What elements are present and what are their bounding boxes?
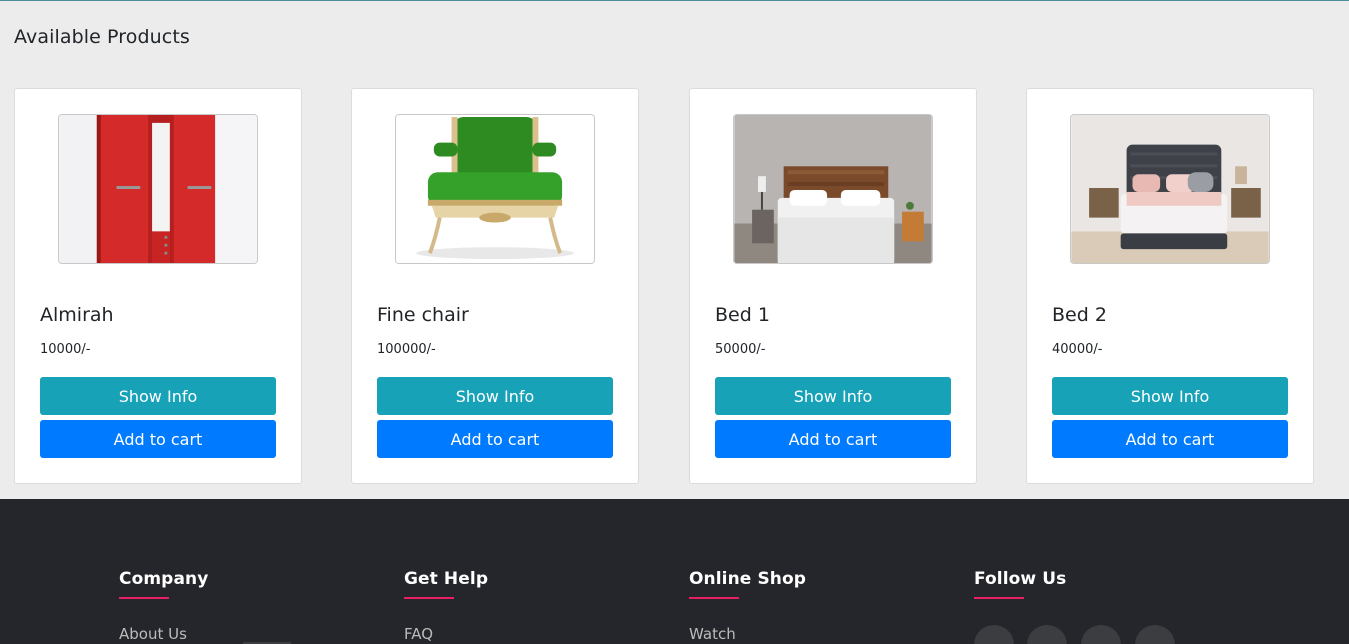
top-border: [0, 0, 1349, 1]
product-name: Bed 2: [1052, 304, 1107, 326]
section-title: Available Products: [14, 26, 190, 48]
heading-underline: [689, 597, 739, 599]
add-to-cart-button[interactable]: Add to cart: [377, 420, 613, 458]
product-price: 40000/-: [1052, 342, 1103, 357]
show-info-button[interactable]: Show Info: [1052, 377, 1288, 415]
footer-heading: Get Help: [404, 569, 489, 589]
product-card: Fine chair 100000/- Show Info Add to car…: [351, 88, 639, 484]
footer-heading: Company: [119, 569, 209, 589]
footer-column-get-help: Get Help FAQ: [404, 569, 488, 643]
chair-image: [395, 114, 595, 264]
footer-heading: Follow Us: [974, 569, 1067, 589]
footer-column-company: Company About Us: [119, 569, 208, 643]
product-price: 50000/-: [715, 342, 766, 357]
bed-image: [733, 114, 933, 264]
social-icon[interactable]: [1027, 625, 1067, 644]
product-name: Fine chair: [377, 304, 469, 326]
social-icon[interactable]: [974, 625, 1014, 644]
add-to-cart-button[interactable]: Add to cart: [1052, 420, 1288, 458]
product-card: Almirah 10000/- Show Info Add to cart: [14, 88, 302, 484]
show-info-button[interactable]: Show Info: [377, 377, 613, 415]
social-icon[interactable]: [1135, 625, 1175, 644]
footer: Company About Us Get Help FAQ Online Sho…: [0, 499, 1349, 644]
heading-underline: [404, 597, 454, 599]
product-card: Bed 1 50000/- Show Info Add to cart: [689, 88, 977, 484]
product-name: Almirah: [40, 304, 114, 326]
product-price: 100000/-: [377, 342, 436, 357]
bed-image: [1070, 114, 1270, 264]
product-price: 10000/-: [40, 342, 91, 357]
footer-column-online-shop: Online Shop Watch: [689, 569, 806, 643]
show-info-button[interactable]: Show Info: [40, 377, 276, 415]
show-info-button[interactable]: Show Info: [715, 377, 951, 415]
add-to-cart-button[interactable]: Add to cart: [715, 420, 951, 458]
footer-link-watch[interactable]: Watch: [689, 625, 806, 643]
heading-underline: [119, 597, 169, 599]
add-to-cart-button[interactable]: Add to cart: [40, 420, 276, 458]
footer-column-follow-us: Follow Us: [974, 569, 1066, 599]
social-icon[interactable]: [1081, 625, 1121, 644]
almirah-image: [58, 114, 258, 264]
footer-link-about-us[interactable]: About Us: [119, 625, 208, 643]
heading-underline: [974, 597, 1024, 599]
product-name: Bed 1: [715, 304, 770, 326]
footer-link-faq[interactable]: FAQ: [404, 625, 488, 643]
product-card: Bed 2 40000/- Show Info Add to cart: [1026, 88, 1314, 484]
footer-heading: Online Shop: [689, 569, 807, 589]
